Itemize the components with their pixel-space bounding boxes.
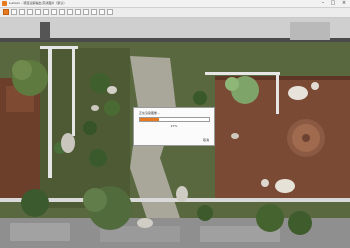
paste-icon[interactable]: [59, 9, 65, 15]
help-icon[interactable]: [107, 9, 113, 15]
undo-icon[interactable]: [27, 9, 33, 15]
copy-icon[interactable]: [51, 9, 57, 15]
redo-icon[interactable]: [35, 9, 41, 15]
maximize-button[interactable]: □: [328, 0, 338, 7]
render-icon[interactable]: [67, 9, 73, 15]
save-icon[interactable]: [19, 9, 25, 15]
render-progress-dialog: 正在渲染图像… 27% 取消: [133, 107, 215, 146]
export-icon[interactable]: [99, 9, 105, 15]
layers-icon[interactable]: [91, 9, 97, 15]
cut-icon[interactable]: [43, 9, 49, 15]
progress-label: 正在渲染图像…: [139, 111, 161, 115]
title-bar: Lumion – 项目渲染输出/高清图片（默认） – □ ×: [0, 0, 350, 8]
camera-icon[interactable]: [75, 9, 81, 15]
window-title: Lumion – 项目渲染输出/高清图片（默认）: [9, 1, 67, 5]
close-button[interactable]: ×: [339, 0, 349, 7]
progress-percent: 27%: [170, 124, 178, 128]
open-icon[interactable]: [11, 9, 17, 15]
minimize-button[interactable]: –: [318, 0, 328, 7]
settings-icon[interactable]: [83, 9, 89, 15]
cancel-button[interactable]: 取消: [203, 138, 209, 142]
toolbar: [0, 8, 350, 18]
app-icon: [2, 1, 7, 6]
progress-bar-fill: [140, 118, 159, 121]
new-icon[interactable]: [3, 9, 9, 15]
progress-bar: [139, 117, 210, 122]
